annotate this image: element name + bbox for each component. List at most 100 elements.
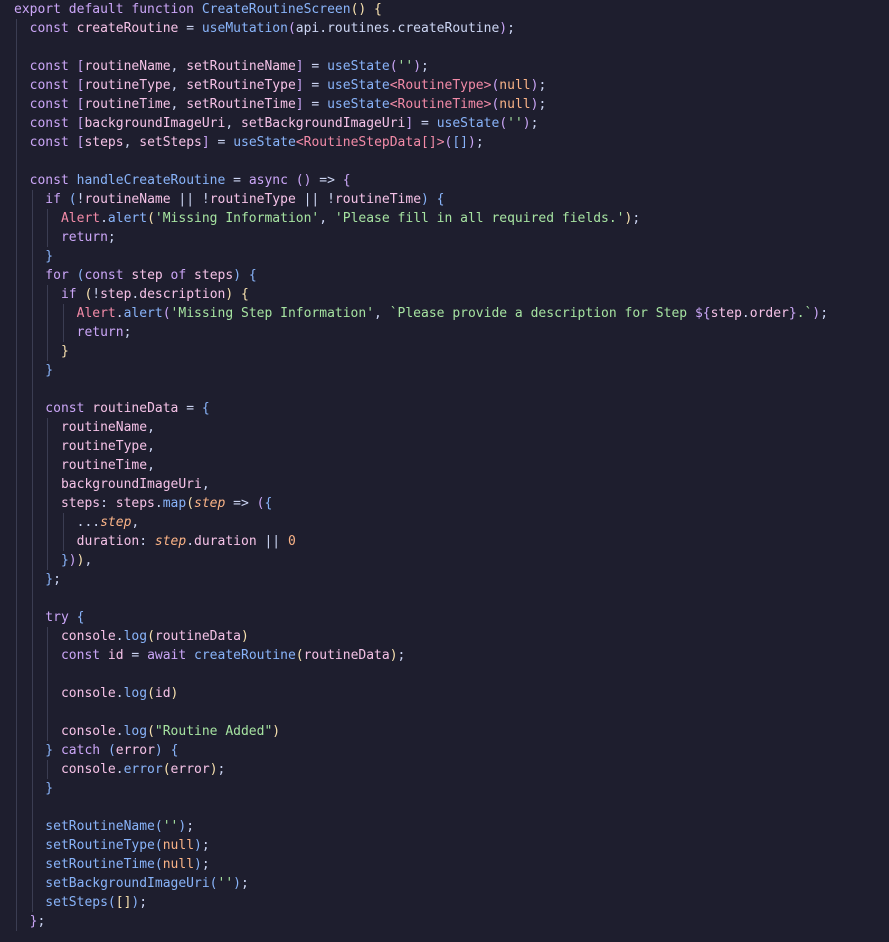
code-token: ]: [295, 59, 304, 74]
code-token: const: [14, 135, 77, 150]
code-token: {: [264, 496, 273, 511]
code-token: =>: [311, 173, 343, 188]
code-token: ;: [538, 78, 547, 93]
code-token: []: [452, 135, 469, 150]
code-line: Alert.alert('Missing Information', 'Plea…: [14, 209, 640, 228]
code-token: }: [14, 572, 54, 587]
code-token: of: [162, 268, 195, 283]
code-token: ,: [201, 477, 210, 492]
code-token: ): [389, 648, 398, 663]
code-token: backgroundImageUri: [14, 477, 202, 492]
code-line: console.log(id): [14, 684, 178, 703]
code-token: (: [186, 496, 195, 511]
code-line: const id = await createRoutine(routineDa…: [14, 646, 405, 665]
code-token: ;: [186, 819, 195, 834]
code-token: map: [162, 496, 187, 511]
code-token: ;: [201, 838, 210, 853]
code-line: }: [14, 361, 53, 380]
code-token: ): [233, 876, 241, 891]
code-token: || !: [170, 192, 210, 207]
code-token: CreateRoutineScreen: [201, 2, 351, 17]
code-token: setRoutineType: [186, 78, 296, 93]
code-token: =: [303, 97, 328, 112]
code-token: ;: [632, 211, 641, 226]
code-line: };: [14, 570, 61, 589]
code-token: setRoutineName: [14, 819, 155, 834]
code-token: {: [201, 401, 210, 416]
code-token: ;: [37, 914, 46, 929]
code-token: log: [123, 686, 148, 701]
code-token: ,: [170, 78, 187, 93]
code-token: setBackgroundImageUri: [241, 116, 406, 131]
code-line: duration: step.duration || 0: [14, 532, 296, 551]
code-line: const [routineType, setRoutineType] = us…: [14, 76, 547, 95]
code-line: const [routineTime, setRoutineTime] = us…: [14, 95, 547, 114]
code-token: ): [421, 192, 429, 207]
code-token: duration: [14, 534, 140, 549]
code-token: ): [522, 116, 531, 131]
code-token: error: [123, 762, 163, 777]
code-token: (: [68, 192, 77, 207]
code-token: ;: [123, 325, 132, 340]
code-token: {: [170, 743, 179, 758]
code-token: const: [14, 21, 77, 36]
code-token: {: [241, 287, 249, 302]
code-line: console.log(routineData): [14, 627, 249, 646]
code-token: step: [100, 287, 132, 302]
code-token: setRoutineTime: [186, 97, 296, 112]
code-token: .: [100, 211, 108, 226]
code-token: =: [303, 78, 328, 93]
code-token: }: [788, 306, 797, 321]
code-token: const: [14, 648, 108, 663]
code-token: await: [147, 648, 195, 663]
code-token: '': [217, 876, 234, 891]
code-token: (): [350, 2, 367, 17]
code-token: step: [100, 515, 132, 530]
code-token: step: [710, 306, 742, 321]
code-token: }: [14, 781, 54, 796]
code-token: '': [397, 59, 414, 74]
code-token: steps: [115, 496, 155, 511]
code-token: log: [123, 629, 148, 644]
code-token: =>: [225, 496, 257, 511]
code-token: }: [14, 363, 54, 378]
code-token: (: [389, 59, 398, 74]
code-token: error: [170, 762, 210, 777]
code-line: backgroundImageUri,: [14, 475, 210, 494]
code-token: !: [92, 287, 101, 302]
code-token: =: [123, 648, 148, 663]
code-token: (: [154, 857, 163, 872]
code-line: steps: steps.map(step => ({: [14, 494, 272, 513]
code-token: =: [225, 173, 249, 188]
code-line: }: [14, 247, 53, 266]
code-token: Alert: [14, 211, 101, 226]
code-token: useState: [327, 97, 390, 112]
code-token: {: [76, 610, 85, 625]
code-line: setBackgroundImageUri('');: [14, 874, 249, 893]
code-token: if: [14, 192, 69, 207]
code-token: useState: [327, 78, 390, 93]
code-token: }: [14, 914, 38, 929]
code-token: null: [162, 857, 195, 872]
code-token: ;: [139, 895, 148, 910]
code-token: (: [154, 819, 163, 834]
code-line: setSteps([]);: [14, 893, 147, 912]
code-token: {: [248, 268, 257, 283]
code-token: ): [225, 287, 234, 302]
code-token: createRoutine: [194, 648, 296, 663]
code-token: `Please provide a description for Step: [389, 306, 695, 321]
code-token: id: [154, 686, 171, 701]
code-token: <RoutineTime>: [389, 97, 492, 112]
code-token: api.routines.createRoutine: [295, 21, 500, 36]
code-token: ;: [53, 572, 61, 587]
code-line: export default function CreateRoutineScr…: [14, 0, 382, 19]
code-token: routineType: [209, 192, 296, 207]
code-line: try {: [14, 608, 84, 627]
code-token: step: [154, 534, 187, 549]
code-editor[interactable]: export default function CreateRoutineScr…: [0, 0, 889, 942]
code-token: ): [468, 135, 476, 150]
code-token: =: [209, 135, 234, 150]
code-line: const createRoutine = useMutation(api.ro…: [14, 19, 515, 38]
code-token: ): [170, 686, 179, 701]
